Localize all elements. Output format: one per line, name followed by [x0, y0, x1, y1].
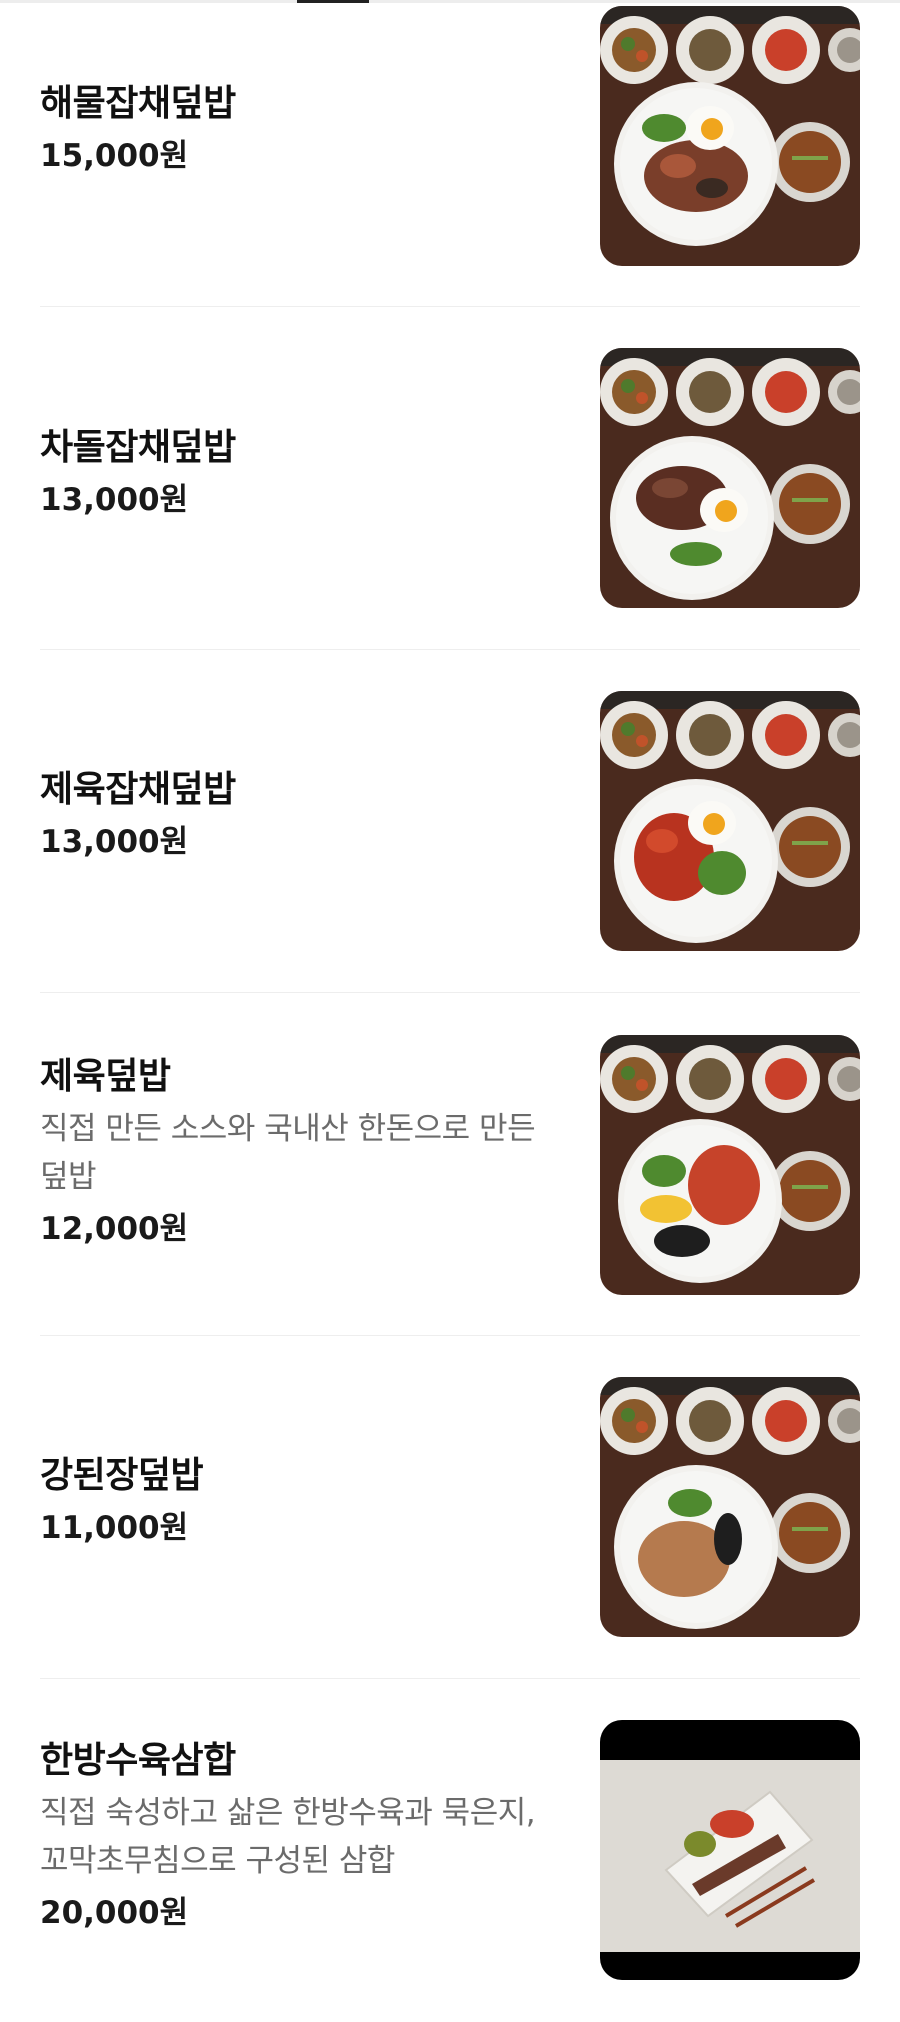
menu-item-text: 강된장덮밥 11,000원 [40, 1452, 565, 1550]
menu-item-price: 15,000원 [40, 138, 189, 174]
food-photo-illustration [600, 6, 860, 266]
menu-item-name: 한방수육삼합 [40, 1740, 236, 1781]
herbal-boiled-pork-samhap-photo[interactable] [600, 1720, 860, 1980]
menu-item-price: 12,000원 [40, 1211, 189, 1247]
food-photo-illustration [600, 691, 860, 951]
spicy-pork-japchae-rice-bowl-photo[interactable] [600, 691, 860, 951]
seafood-japchae-rice-bowl-photo[interactable] [600, 6, 860, 266]
menu-item[interactable]: 차돌잡채덮밥 13,000원 [40, 307, 860, 650]
food-photo-illustration [600, 348, 860, 608]
menu-item-text: 해물잡채덮밥 15,000원 [40, 80, 565, 178]
food-photo-illustration [600, 1377, 860, 1637]
menu-item-name: 강된장덮밥 [40, 1455, 204, 1496]
menu-item-name: 제육잡채덮밥 [40, 769, 236, 810]
menu-item-description: 직접 숙성하고 삶은 한방수육과 묵은지, 꼬막초무침으로 구성된 삼합 [40, 1795, 536, 1879]
soybean-paste-rice-bowl-photo[interactable] [600, 1377, 860, 1637]
menu-item-price: 13,000원 [40, 824, 189, 860]
menu-item-name: 차돌잡채덮밥 [40, 427, 236, 468]
menu-item-price: 20,000원 [40, 1895, 189, 1931]
menu-item-text: 한방수육삼합 직접 숙성하고 삶은 한방수육과 묵은지, 꼬막초무침으로 구성된… [40, 1737, 565, 1935]
menu-item-text: 제육덮밥 직접 만든 소스와 국내산 한돈으로 만든 덮밥 12,000원 [40, 1053, 565, 1251]
menu-item-text: 차돌잡채덮밥 13,000원 [40, 424, 565, 522]
menu-item-name: 해물잡채덮밥 [40, 83, 236, 124]
menu-item-price: 11,000원 [40, 1510, 189, 1546]
menu-item[interactable]: 강된장덮밥 11,000원 [40, 1336, 860, 1679]
menu-item-name: 제육덮밥 [40, 1056, 171, 1097]
food-photo-illustration [600, 1035, 860, 1295]
spicy-pork-rice-bowl-photo[interactable] [600, 1035, 860, 1295]
menu-item-text: 제육잡채덮밥 13,000원 [40, 766, 565, 864]
menu-item[interactable]: 제육덮밥 직접 만든 소스와 국내산 한돈으로 만든 덮밥 12,000원 [40, 993, 860, 1336]
menu-item-price: 13,000원 [40, 482, 189, 518]
beef-brisket-japchae-rice-bowl-photo[interactable] [600, 348, 860, 608]
menu-item[interactable]: 해물잡채덮밥 15,000원 [40, 0, 860, 307]
menu-item-description: 직접 만든 소스와 국내산 한돈으로 만든 덮밥 [40, 1111, 536, 1195]
food-photo-illustration [600, 1720, 860, 1980]
menu-item[interactable]: 한방수육삼합 직접 숙성하고 삶은 한방수육과 묵은지, 꼬막초무침으로 구성된… [40, 1679, 860, 2022]
menu-item[interactable]: 제육잡채덮밥 13,000원 [40, 650, 860, 993]
